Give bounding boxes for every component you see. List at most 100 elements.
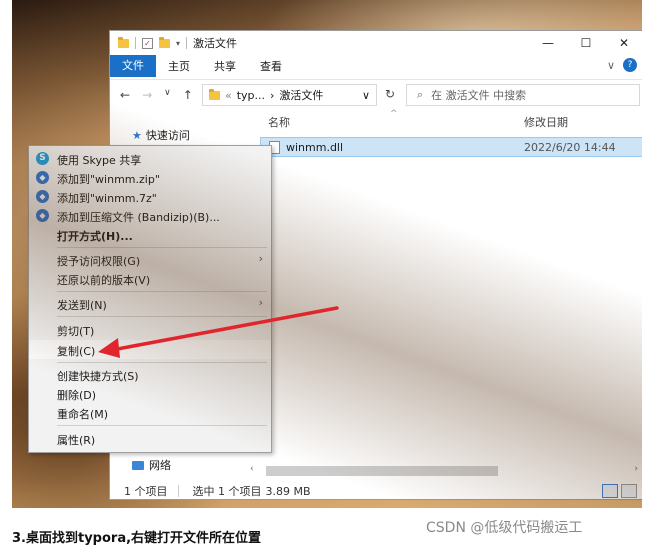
menu-item-create-shortcut[interactable]: 创建快捷方式(S)	[29, 365, 271, 384]
pin-icon: ★	[132, 128, 142, 142]
menu-item-skype-share[interactable]: S 使用 Skype 共享	[29, 149, 271, 168]
help-icon[interactable]: ?	[623, 58, 637, 72]
menu-item-label: 使用 Skype 共享	[57, 154, 142, 167]
menu-item-label: 打开方式(H)...	[57, 230, 133, 243]
menu-item-add-zip[interactable]: ◆ 添加到"winmm.zip"	[29, 168, 271, 187]
scroll-right-icon[interactable]: ›	[634, 464, 638, 474]
path-segment[interactable]: typ...	[237, 89, 265, 102]
menu-divider	[57, 247, 267, 248]
tab-home[interactable]: 主页	[156, 58, 202, 74]
details-view-icon[interactable]	[602, 484, 618, 498]
menu-item-label: 添加到"winmm.zip"	[57, 173, 160, 186]
minimize-button[interactable]: —	[529, 31, 567, 55]
path-current[interactable]: 激活文件	[279, 87, 323, 103]
new-folder-icon[interactable]	[159, 36, 170, 48]
sidebar-item-network[interactable]: 网络	[132, 457, 171, 473]
menu-item-rename[interactable]: 重命名(M)	[29, 403, 271, 422]
column-name[interactable]: 名称	[268, 114, 290, 130]
up-icon[interactable]: ↑	[183, 88, 193, 102]
selection-count: 选中 1 个项目	[192, 485, 262, 498]
file-icon	[269, 140, 280, 154]
menu-item-add-7z[interactable]: ◆ 添加到"winmm.7z"	[29, 187, 271, 206]
tab-view[interactable]: 查看	[248, 58, 294, 74]
menu-divider	[57, 291, 267, 292]
window-title: 激活文件	[193, 37, 238, 50]
menu-divider	[57, 316, 267, 317]
context-menu: S 使用 Skype 共享 ◆ 添加到"winmm.zip" ◆ 添加到"win…	[28, 145, 272, 453]
large-icons-view-icon[interactable]	[621, 484, 637, 498]
forward-icon[interactable]: →	[142, 88, 152, 102]
submenu-arrow-icon: ›	[258, 252, 263, 265]
sidebar-item-label: 快速访问	[145, 129, 190, 142]
menu-item-label: 创建快捷方式(S)	[57, 370, 139, 383]
divider	[177, 485, 179, 497]
item-count: 1 个项目	[124, 485, 168, 498]
path-overflow-icon[interactable]: «	[225, 89, 232, 102]
ribbon-tabs: 文件 主页 共享 查看 ∨ ?	[110, 55, 642, 77]
column-header: 名称 ^ 修改日期	[260, 109, 642, 135]
address-toolbar: ← → ∨ ↑ « typ... › 激活文件 ∨ ↻ ⌕ 在 激活文件 中搜索	[110, 79, 642, 110]
menu-item-properties[interactable]: 属性(R)	[29, 429, 271, 448]
bandizip-icon: ◆	[36, 209, 49, 222]
divider	[135, 37, 136, 49]
menu-item-label: 添加到"winmm.7z"	[57, 192, 157, 205]
menu-item-label: 删除(D)	[57, 389, 97, 402]
watermark: CSDN @低级代码搬运工	[426, 520, 583, 536]
maximize-button[interactable]: ☐	[567, 31, 605, 55]
menu-item-label: 属性(R)	[57, 434, 96, 447]
bandizip-icon: ◆	[36, 171, 49, 184]
horizontal-scrollbar[interactable]: ‹ ›	[250, 463, 640, 479]
folder-icon	[209, 88, 220, 100]
search-icon: ⌕	[417, 88, 424, 101]
bandizip-icon: ◆	[36, 190, 49, 203]
menu-item-label: 发送到(N)	[57, 299, 107, 312]
menu-divider	[57, 362, 267, 363]
recent-locations-icon[interactable]: ∨	[164, 88, 171, 102]
skype-icon: S	[36, 152, 49, 165]
menu-divider	[57, 425, 267, 426]
address-dropdown-icon[interactable]: ∨	[362, 89, 370, 102]
explorer-window: ✓ ▾ 激活文件 — ☐ ✕ 文件 主页 共享 查看 ∨ ? ← → ∨ ↑ «…	[109, 30, 642, 500]
tab-file[interactable]: 文件	[110, 55, 156, 77]
title-bar: ✓ ▾ 激活文件 — ☐ ✕	[110, 31, 642, 55]
menu-item-give-access[interactable]: 授予访问权限(G) ›	[29, 250, 271, 269]
customize-dropdown-icon[interactable]: ▾	[176, 39, 180, 48]
file-name: winmm.dll	[286, 140, 344, 154]
menu-item-add-archive[interactable]: ◆ 添加到压缩文件 (Bandizip)(B)...	[29, 206, 271, 225]
menu-item-delete[interactable]: 删除(D)	[29, 384, 271, 403]
menu-item-copy[interactable]: 复制(C)	[29, 340, 271, 359]
status-bar: 1 个项目 选中 1 个项目 3.89 MB	[110, 481, 642, 501]
file-row[interactable]: winmm.dll 2022/6/20 14:44	[260, 137, 642, 157]
menu-item-label: 授予访问权限(G)	[57, 255, 141, 268]
search-placeholder: 在 激活文件 中搜索	[431, 89, 527, 102]
network-icon	[132, 460, 144, 470]
tab-share[interactable]: 共享	[202, 58, 248, 74]
refresh-icon[interactable]: ↻	[385, 87, 395, 101]
expand-ribbon-icon[interactable]: ∨	[607, 59, 615, 72]
address-bar[interactable]: « typ... › 激活文件 ∨	[202, 84, 377, 106]
path-separator: ›	[270, 88, 275, 102]
sidebar-item-quick-access[interactable]: ★ 快速访问	[132, 127, 190, 143]
menu-item-open-with[interactable]: 打开方式(H)...	[29, 225, 271, 244]
tutorial-caption: 3.桌面找到typora,右键打开文件所在位置	[12, 531, 262, 546]
search-box[interactable]: ⌕ 在 激活文件 中搜索	[406, 84, 640, 106]
file-date: 2022/6/20 14:44	[524, 140, 616, 154]
scroll-thumb[interactable]	[266, 466, 498, 476]
sort-indicator-icon: ^	[390, 109, 398, 119]
menu-item-cut[interactable]: 剪切(T)	[29, 320, 271, 339]
back-icon[interactable]: ←	[120, 88, 130, 102]
menu-item-send-to[interactable]: 发送到(N) ›	[29, 294, 271, 313]
submenu-arrow-icon: ›	[258, 296, 263, 309]
properties-icon[interactable]: ✓	[142, 37, 153, 49]
menu-item-restore-versions[interactable]: 还原以前的版本(V)	[29, 269, 271, 288]
menu-item-label: 剪切(T)	[57, 325, 95, 338]
sidebar-item-label: 网络	[149, 459, 171, 472]
menu-item-label: 重命名(M)	[57, 408, 109, 421]
menu-item-label: 复制(C)	[57, 345, 96, 358]
close-button[interactable]: ✕	[605, 31, 642, 55]
column-date[interactable]: 修改日期	[524, 114, 568, 130]
menu-item-label: 添加到压缩文件 (Bandizip)(B)...	[57, 211, 220, 224]
selection-size: 3.89 MB	[265, 484, 311, 498]
divider	[186, 37, 188, 49]
scroll-left-icon[interactable]: ‹	[250, 464, 254, 474]
